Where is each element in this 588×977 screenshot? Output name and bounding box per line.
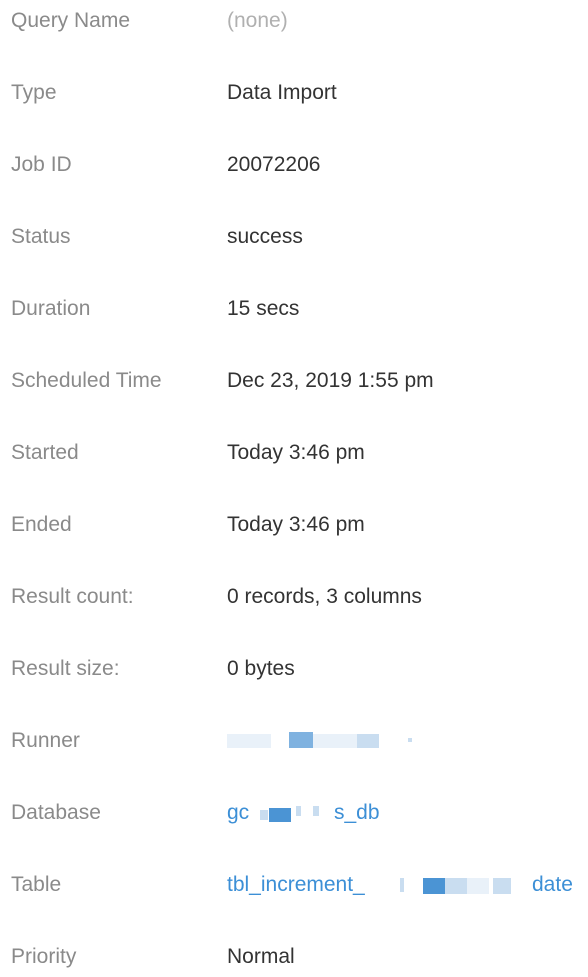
redacted-block	[493, 878, 511, 894]
detail-row-status: Status success	[0, 217, 588, 257]
status-value: success	[227, 225, 303, 248]
type-label: Type	[11, 81, 57, 104]
query-name-value: (none)	[227, 9, 288, 32]
job-id-value: 20072206	[227, 153, 321, 176]
redacted-block	[408, 738, 412, 742]
database-label: Database	[11, 801, 101, 824]
job-id-label: Job ID	[11, 153, 72, 176]
detail-row-database: Database gc s_db	[0, 793, 588, 833]
result-size-value: 0 bytes	[227, 657, 295, 680]
result-count-value: 0 records, 3 columns	[227, 585, 422, 608]
database-link[interactable]: gc	[227, 801, 249, 825]
job-details-panel: Query Name (none) Type Data Import Job I…	[0, 0, 588, 973]
detail-row-type: Type Data Import	[0, 73, 588, 113]
started-label: Started	[11, 441, 79, 464]
redacted-block	[313, 806, 319, 816]
detail-row-result-size: Result size: 0 bytes	[0, 649, 588, 689]
table-link-end[interactable]: date	[532, 873, 573, 897]
started-value: Today 3:46 pm	[227, 441, 365, 464]
ended-value: Today 3:46 pm	[227, 513, 365, 536]
duration-label: Duration	[11, 297, 91, 320]
redacted-block	[400, 878, 404, 892]
table-link[interactable]: tbl_increment_	[227, 873, 365, 897]
database-link-start: gc	[227, 801, 250, 824]
detail-row-job-id: Job ID 20072206	[0, 145, 588, 185]
redacted-block	[289, 732, 313, 748]
redacted-block	[260, 810, 268, 820]
redacted-block	[269, 808, 291, 822]
table-label: Table	[11, 873, 62, 896]
redacted-block	[423, 878, 445, 894]
detail-row-priority: Priority Normal	[0, 937, 588, 977]
detail-row-result-count: Result count: 0 records, 3 columns	[0, 577, 588, 617]
result-count-label: Result count:	[11, 585, 134, 608]
detail-row-query-name: Query Name (none)	[0, 1, 588, 41]
table-link-start: tbl_increment_	[227, 873, 365, 896]
detail-row-runner: Runner	[0, 721, 588, 761]
redacted-block	[445, 878, 467, 894]
priority-value: Normal	[227, 945, 295, 968]
priority-label: Priority	[11, 945, 77, 968]
redacted-block	[296, 806, 301, 816]
redacted-block	[227, 734, 271, 748]
status-label: Status	[11, 225, 71, 248]
scheduled-time-label: Scheduled Time	[11, 369, 162, 392]
detail-row-ended: Ended Today 3:46 pm	[0, 505, 588, 545]
duration-value: 15 secs	[227, 297, 300, 320]
runner-label: Runner	[11, 729, 80, 752]
result-size-label: Result size:	[11, 657, 120, 680]
detail-row-duration: Duration 15 secs	[0, 289, 588, 329]
ended-label: Ended	[11, 513, 72, 536]
detail-row-scheduled-time: Scheduled Time Dec 23, 2019 1:55 pm	[0, 361, 588, 401]
redacted-block	[467, 878, 489, 894]
redacted-block	[357, 734, 379, 748]
scheduled-time-value: Dec 23, 2019 1:55 pm	[227, 369, 434, 392]
query-name-label: Query Name	[11, 9, 131, 32]
detail-row-table: Table tbl_increment_ date	[0, 865, 588, 905]
redacted-block	[313, 734, 357, 748]
type-value: Data Import	[227, 81, 337, 104]
database-link-end[interactable]: s_db	[334, 801, 380, 825]
detail-row-started: Started Today 3:46 pm	[0, 433, 588, 473]
